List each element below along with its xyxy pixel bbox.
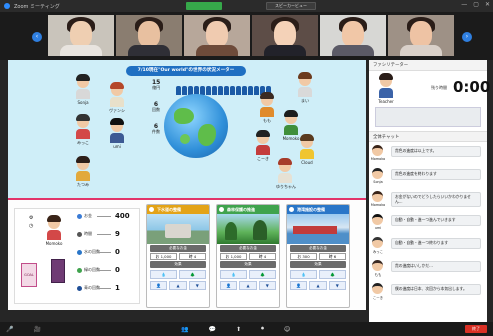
video-tile[interactable] bbox=[388, 15, 454, 56]
project-card[interactable]: 森林保護の推進 必要なお金 お 1,000 時 4 効果 💧 🌲 👤 ▲ ▼ bbox=[216, 204, 280, 308]
speaker-view-button[interactable]: スピーカービュー bbox=[266, 2, 316, 10]
chat-messages[interactable]: Momoko 貴色の進度は以上です。 Sonja 貴色の進度を終わります Momok… bbox=[369, 143, 487, 322]
minimize-icon[interactable]: — bbox=[461, 1, 467, 8]
player-avatar: ヴァンシ bbox=[108, 82, 126, 113]
project-card[interactable]: 下水道の整備 必要なお金 お 1,000 時 4 効果 💧 🌲 👤 ▲ ▼ bbox=[146, 204, 210, 308]
chat-icon[interactable]: 💬 bbox=[208, 326, 215, 333]
chat-message: Momoko 貴色の進度は以上です。 bbox=[369, 143, 487, 165]
player-avatar: こーき bbox=[254, 130, 272, 161]
facilitator-message-box bbox=[375, 107, 481, 127]
video-tile[interactable] bbox=[320, 15, 386, 56]
zoom-logo-icon bbox=[4, 3, 10, 9]
stat-count: 6 回数 bbox=[152, 101, 160, 113]
player-avatar: Cloud bbox=[298, 134, 316, 165]
window-controls: — ▢ ✕ bbox=[461, 1, 490, 8]
item-card[interactable] bbox=[51, 259, 65, 283]
meeting-toolbar: 🎤 🎥 👥 💬 ⬆ ⏺ ☺ 終了 bbox=[0, 322, 493, 336]
player-portrait: Momoko bbox=[45, 215, 63, 246]
resource-money: お金 400 bbox=[77, 212, 130, 220]
resource-water: 水の回数 0 bbox=[77, 248, 120, 256]
player-avatar: たつみ bbox=[74, 156, 92, 187]
player-avatar: umi bbox=[108, 118, 126, 149]
player-avatar: もも bbox=[258, 92, 276, 123]
world-status-panel: 7/10現在"Our world"の世界の状況メーター 15 億円 6 回数 6 件数… bbox=[8, 60, 366, 198]
clock-icon: ◷ bbox=[29, 223, 34, 229]
stat-money: 15 億円 bbox=[152, 79, 161, 91]
timer-panel: Teacher 残り時間 0:00 bbox=[369, 71, 491, 131]
app-title: Zoom ミーティング bbox=[14, 3, 60, 10]
resource-blue: 青の回数 1 bbox=[77, 284, 120, 292]
title-bar: Zoom ミーティング スピーカービュー — ▢ ✕ bbox=[0, 0, 493, 12]
resource-green: 緑の回数 0 bbox=[77, 266, 120, 274]
player-avatar: まい bbox=[296, 72, 314, 103]
video-tile[interactable] bbox=[184, 15, 250, 56]
share-screen-icon[interactable]: ⬆ bbox=[236, 326, 241, 333]
chat-message: みっこ 自動・自動・進一つ終わります bbox=[369, 235, 487, 257]
facilitator-avatar: Teacher bbox=[377, 73, 395, 104]
project-card[interactable]: 港湾施設の整備 必要なお金 お 300 時 6 効果 💧 🌲 👤 ▲ ▼ bbox=[286, 204, 350, 308]
record-icon[interactable]: ⏺ bbox=[261, 325, 264, 333]
side-panel: ファシリテーター Teacher 残り時間 0:00 全体チャット Momoko… bbox=[369, 60, 491, 322]
gear-icon[interactable]: ⚙ bbox=[29, 215, 33, 221]
participants-icon[interactable]: 👥 bbox=[181, 326, 188, 333]
game-board: ⚙ ◷ Momoko GOAL お金 400 時間 9 水の回数 0 緑の回数 0 青の… bbox=[8, 198, 366, 310]
chat-message: こーき 僕の進度は日本、次回から本気出します。 bbox=[369, 281, 487, 303]
player-sheet: ⚙ ◷ Momoko GOAL お金 400 時間 9 水の回数 0 緑の回数 0 青の… bbox=[14, 208, 140, 304]
timer-value: 0:00 bbox=[453, 78, 491, 96]
chat-message: Sonja 貴色の進度を終わります bbox=[369, 166, 487, 188]
player-avatar: みっこ bbox=[74, 114, 92, 145]
reactions-icon[interactable]: ☺ bbox=[284, 326, 290, 333]
camera-icon[interactable]: 🎥 bbox=[33, 326, 40, 333]
participant-strip: ‹ › bbox=[0, 12, 493, 60]
facilitator-header: ファシリテーター bbox=[369, 60, 487, 71]
next-page-button[interactable]: › bbox=[462, 32, 472, 42]
video-tile[interactable] bbox=[252, 15, 318, 56]
close-icon[interactable]: ✕ bbox=[485, 1, 490, 8]
video-tile[interactable] bbox=[116, 15, 182, 56]
timer-label: 残り時間 bbox=[431, 85, 447, 90]
chat-message: umi 自動・自動・進一つ進んでいきます bbox=[369, 212, 487, 234]
maximize-icon[interactable]: ▢ bbox=[473, 1, 479, 8]
prev-page-button[interactable]: ‹ bbox=[32, 32, 42, 42]
globe-icon bbox=[164, 94, 228, 158]
chat-header: 全体チャット bbox=[369, 131, 487, 142]
goal-card[interactable]: GOAL bbox=[21, 263, 37, 287]
resource-time: 時間 9 bbox=[77, 230, 120, 238]
player-avatar: Sonja bbox=[74, 74, 92, 105]
end-meeting-button[interactable]: 終了 bbox=[465, 325, 487, 333]
chat-message: Momoko お金がないのでどうしたらいいかわかりません… bbox=[369, 189, 487, 211]
zoom-window: Zoom ミーティング スピーカービュー — ▢ ✕ ‹ › 7/10現在"Ou… bbox=[0, 0, 493, 336]
microphone-icon[interactable]: 🎤 bbox=[6, 326, 13, 333]
player-avatar: ゆりちゃん bbox=[276, 158, 296, 189]
chat-message: もも 貴の進度はいしかだ… bbox=[369, 258, 487, 280]
shared-screen: 7/10現在"Our world"の世界の状況メーター 15 億円 6 回数 6 件数… bbox=[8, 60, 366, 310]
world-meter-title: 7/10現在"Our world"の世界の状況メーター bbox=[126, 66, 246, 76]
recording-banner bbox=[186, 2, 222, 10]
video-tile[interactable] bbox=[48, 15, 114, 56]
stat-cases: 6 件数 bbox=[152, 123, 160, 135]
